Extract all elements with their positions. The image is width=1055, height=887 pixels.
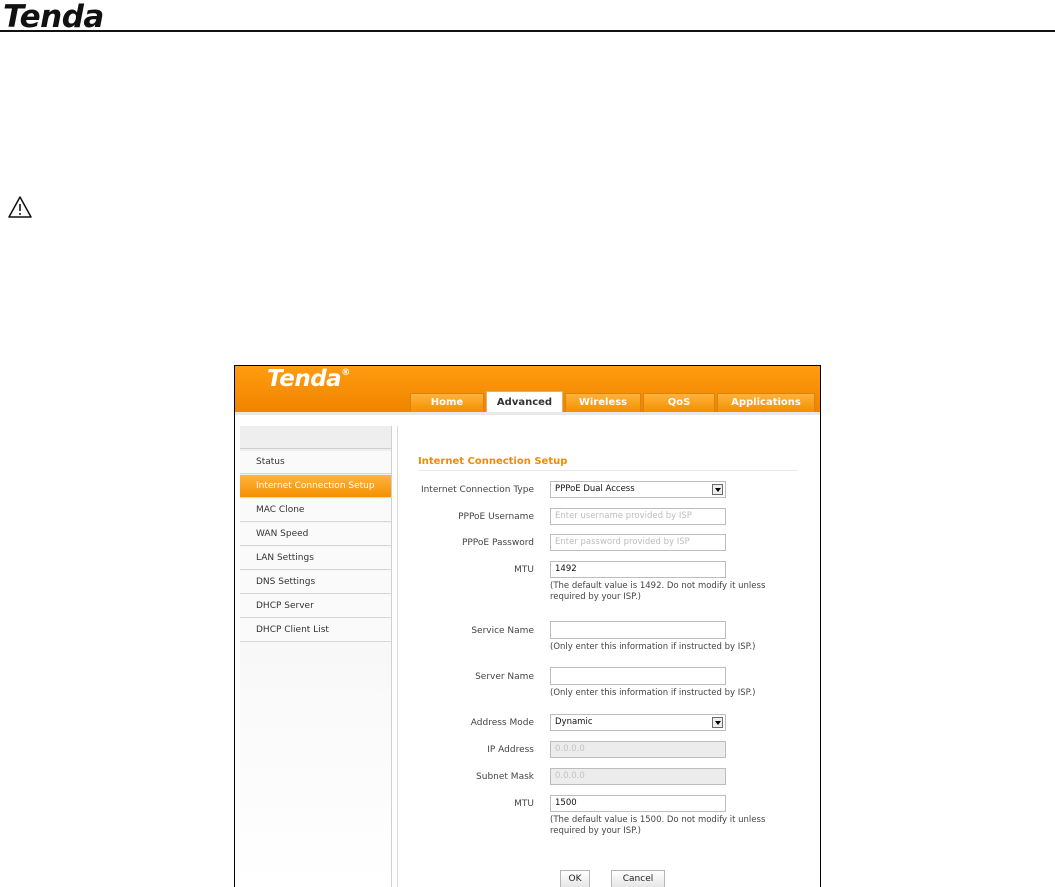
- document-logo: Tenda: [3, 0, 104, 35]
- banner-shadow: [235, 412, 820, 415]
- server-name-label: Server Name: [475, 672, 534, 682]
- sidebar-item-mac-clone[interactable]: MAC Clone: [240, 499, 391, 522]
- sidebar-header: [240, 426, 391, 449]
- mtu-hint: (The default value is 1492. Do not modif…: [550, 581, 766, 602]
- tab-applications[interactable]: Applications: [717, 393, 815, 412]
- connection-type-select[interactable]: PPPoE Dual Access: [550, 481, 726, 498]
- server-name-hint: (Only enter this information if instruct…: [550, 688, 756, 698]
- service-name-label: Service Name: [471, 626, 534, 636]
- ip-address-label: IP Address: [487, 745, 534, 755]
- sidebar-item-dns-settings[interactable]: DNS Settings: [240, 571, 391, 594]
- title-divider: [418, 470, 798, 471]
- mtu-input[interactable]: 1492: [550, 561, 726, 578]
- header-rule: [0, 30, 1055, 32]
- app-logo: Tenda®: [267, 366, 350, 392]
- sidebar-item-status[interactable]: Status: [240, 451, 391, 474]
- address-mode-label: Address Mode: [470, 718, 534, 728]
- sidebar-item-dhcp-server[interactable]: DHCP Server: [240, 595, 391, 618]
- server-name-input[interactable]: [550, 667, 726, 685]
- tab-wireless[interactable]: Wireless: [565, 393, 641, 412]
- sidebar: Status Internet Connection Setup MAC Clo…: [240, 426, 392, 887]
- tab-advanced[interactable]: Advanced: [486, 391, 563, 412]
- pppoe-password-label: PPPoE Password: [461, 538, 534, 548]
- mtu-input[interactable]: 1500: [550, 795, 726, 812]
- ip-address-input[interactable]: 0.0.0.0: [550, 741, 726, 758]
- tab-qos[interactable]: QoS: [643, 393, 715, 412]
- router-admin-screenshot: Tenda® Home Advanced Wireless QoS Applic…: [234, 365, 821, 887]
- top-banner: Tenda® Home Advanced Wireless QoS Applic…: [235, 366, 820, 412]
- pppoe-username-label: PPPoE Username: [458, 512, 534, 522]
- warning-icon: [8, 196, 32, 218]
- subnet-mask-input[interactable]: 0.0.0.0: [550, 768, 726, 785]
- sidebar-item-wan-speed[interactable]: WAN Speed: [240, 523, 391, 546]
- pppoe-password-input[interactable]: Enter password provided by ISP: [550, 534, 726, 551]
- page-title: Internet Connection Setup: [418, 456, 568, 467]
- address-mode-select[interactable]: Dynamic: [550, 714, 726, 731]
- mtu-label: MTU: [514, 799, 534, 809]
- tab-home[interactable]: Home: [410, 393, 484, 412]
- service-name-input[interactable]: [550, 621, 726, 639]
- service-name-hint: (Only enter this information if instruct…: [550, 642, 756, 652]
- ok-button[interactable]: OK: [560, 870, 590, 887]
- content-panel: Internet Connection Setup Internet Conne…: [397, 426, 820, 887]
- subnet-mask-label: Subnet Mask: [476, 772, 534, 782]
- chevron-down-icon: [712, 717, 723, 728]
- sidebar-item-internet-connection-setup[interactable]: Internet Connection Setup: [240, 475, 391, 498]
- pppoe-username-input[interactable]: Enter username provided by ISP: [550, 508, 726, 525]
- mtu-hint: (The default value is 1500. Do not modif…: [550, 815, 766, 836]
- sidebar-item-dhcp-client-list[interactable]: DHCP Client List: [240, 619, 391, 642]
- mtu-label: MTU: [514, 565, 534, 575]
- connection-type-label: Internet Connection Type: [420, 485, 534, 495]
- sidebar-item-lan-settings[interactable]: LAN Settings: [240, 547, 391, 570]
- cancel-button[interactable]: Cancel: [611, 870, 665, 887]
- chevron-down-icon: [712, 484, 723, 495]
